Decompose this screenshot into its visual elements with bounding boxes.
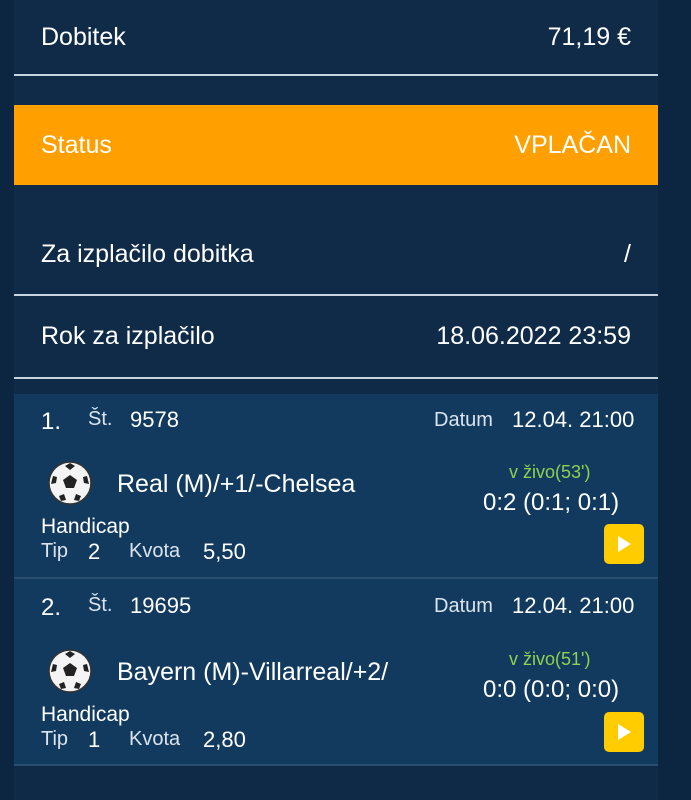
- winnings-row: Dobitek 71,19 €: [14, 0, 658, 74]
- payout-row: Za izplačilo dobitka /: [14, 215, 658, 293]
- play-button[interactable]: [604, 712, 644, 752]
- deadline-label: Rok za izplačilo: [41, 321, 215, 350]
- bet-item[interactable]: 1. Št. 9578 Datum 12.04. 21:00 Real (M)/…: [14, 394, 658, 577]
- bet-number: 19695: [130, 593, 192, 618]
- match-score: 0:0 (0:0; 0:0): [483, 676, 620, 703]
- deadline-row: Rok za izplačilo 18.06.2022 23:59: [14, 296, 658, 376]
- play-icon: [618, 536, 631, 552]
- bet-date: 12.04. 21:00: [512, 593, 635, 618]
- bet-market: Handicap: [41, 515, 130, 538]
- divider: [14, 764, 658, 766]
- date-label: Datum: [434, 409, 493, 431]
- right-margin: [658, 0, 691, 800]
- left-margin: [0, 0, 14, 800]
- payout-value: /: [624, 239, 631, 268]
- bet-index: 1.: [41, 408, 62, 435]
- date-label: Datum: [434, 595, 493, 617]
- bet-date: 12.04. 21:00: [512, 407, 635, 432]
- tip-label: Tip: [41, 728, 69, 750]
- match-score: 0:2 (0:1; 0:1): [483, 489, 620, 516]
- bet-number: 9578: [130, 407, 179, 432]
- odds-label: Kvota: [129, 728, 181, 750]
- match-name: Bayern (M)-Villarreal/+2/: [117, 658, 389, 686]
- soccer-ball-icon: [48, 649, 92, 693]
- bet-market: Handicap: [41, 703, 130, 726]
- status-value: VPLAČAN: [514, 130, 631, 159]
- winnings-label: Dobitek: [41, 22, 126, 51]
- odds-value: 2,80: [203, 727, 246, 752]
- tip-label: Tip: [41, 540, 69, 562]
- match-name: Real (M)/+1/-Chelsea: [117, 470, 356, 498]
- live-status: v živo(53'): [509, 462, 591, 482]
- status-label: Status: [41, 130, 112, 159]
- live-status: v živo(51'): [509, 649, 591, 669]
- play-button[interactable]: [604, 524, 644, 564]
- deadline-value: 18.06.2022 23:59: [436, 321, 631, 350]
- divider: [14, 377, 658, 379]
- divider: [14, 74, 658, 76]
- winnings-value: 71,19 €: [547, 22, 631, 51]
- status-row: Status VPLAČAN: [14, 105, 658, 185]
- bet-index: 2.: [41, 594, 62, 621]
- payout-label: Za izplačilo dobitka: [41, 239, 254, 268]
- soccer-ball-icon: [48, 461, 92, 505]
- bet-item[interactable]: 2. Št. 19695 Datum 12.04. 21:00 Bayern (…: [14, 579, 658, 764]
- bet-number-label: Št.: [88, 594, 113, 616]
- tip-value: 1: [88, 727, 101, 752]
- odds-label: Kvota: [129, 540, 181, 562]
- play-icon: [618, 724, 631, 740]
- bet-number-label: Št.: [88, 408, 113, 430]
- tip-value: 2: [88, 539, 101, 564]
- odds-value: 5,50: [203, 539, 246, 564]
